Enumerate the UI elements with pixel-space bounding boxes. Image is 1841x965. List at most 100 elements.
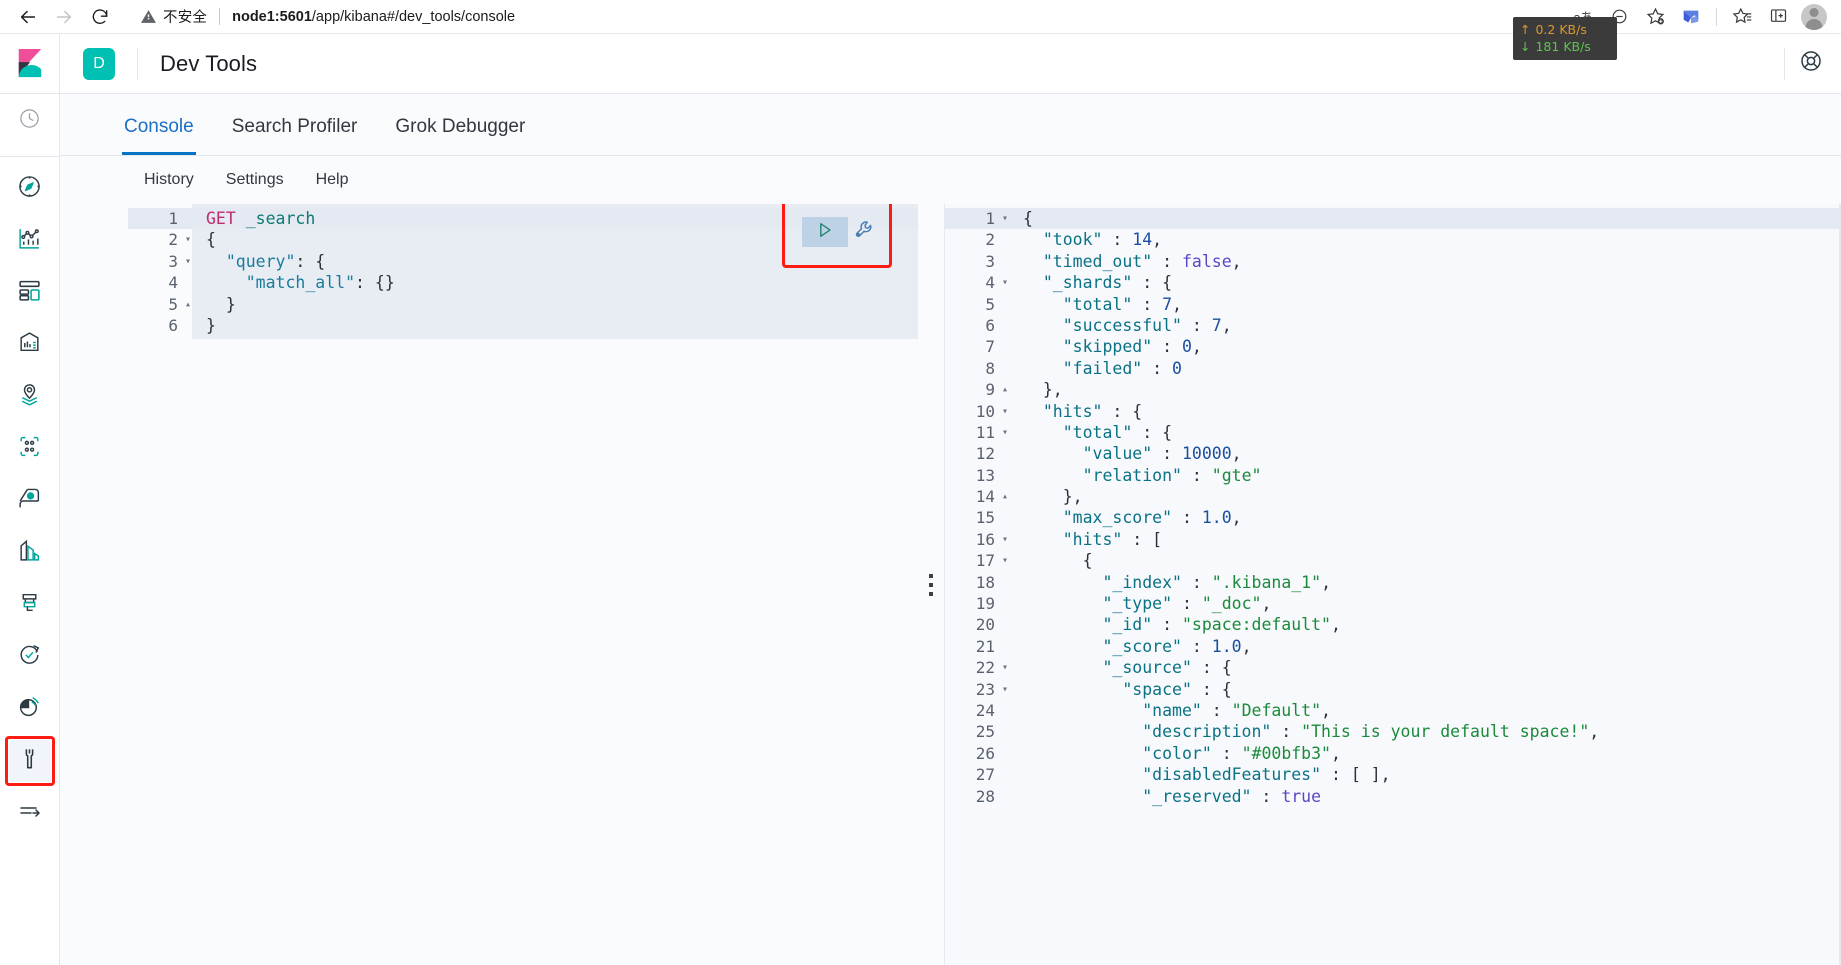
- fold-toggle-icon[interactable]: ▾: [180, 229, 196, 250]
- code-line-text: },: [1023, 380, 1063, 400]
- fold-toggle-icon[interactable]: ▾: [997, 657, 1013, 678]
- space-avatar[interactable]: D: [83, 47, 115, 80]
- code-line-text: "total" : 7,: [1062, 294, 1182, 314]
- request-editor[interactable]: 1 GET _search 2 ▾{3 ▾ "query": {4 "match_all…: [128, 204, 918, 965]
- code-line: 24 "name" : "Default",: [945, 700, 1841, 721]
- fold-toggle-icon[interactable]: ▴: [997, 379, 1013, 400]
- sidebar-item-apm[interactable]: [9, 636, 51, 678]
- browser-back-button[interactable]: [10, 2, 46, 32]
- menu-item-settings[interactable]: Settings: [226, 171, 284, 189]
- line-number: 17: [975, 551, 995, 571]
- line-number: 2: [168, 230, 178, 250]
- url-host: node1:5601: [232, 8, 312, 25]
- sidebar-item-graph[interactable]: [9, 428, 51, 470]
- code-line-text: {: [1023, 209, 1033, 228]
- profile-avatar[interactable]: [1797, 2, 1831, 32]
- line-number: 26: [975, 743, 995, 763]
- menu-item-history[interactable]: History: [144, 171, 194, 189]
- code-line: 8 "failed" : 0: [945, 358, 1841, 379]
- code-line: 17 ▾ {: [945, 550, 1841, 571]
- line-number: 6: [168, 315, 178, 335]
- response-viewer[interactable]: 1 ▾{2 "took" : 14, 3 "timed_out" : false, 4…: [944, 204, 1841, 965]
- line-number: 3: [168, 251, 178, 271]
- code-line-text: }: [206, 294, 236, 314]
- fold-toggle-icon[interactable]: ▴: [997, 486, 1013, 507]
- response-code: 1 ▾{2 "took" : 14, 3 "timed_out" : false, 4…: [945, 204, 1841, 807]
- run-request-button[interactable]: [802, 217, 848, 247]
- star-add-icon[interactable]: [1638, 2, 1672, 32]
- sidebar-item-maps[interactable]: [9, 376, 51, 418]
- code-line-text: },: [1023, 487, 1083, 507]
- code-line-text: "successful" : 7,: [1062, 315, 1232, 335]
- graph-nodes-icon: [17, 434, 42, 464]
- line-number: 21: [975, 636, 995, 656]
- fold-toggle-icon[interactable]: ▾: [997, 422, 1013, 443]
- code-line: 9 ▴ },: [945, 379, 1841, 400]
- sidebar-item-dev-tools[interactable]: [4, 736, 55, 786]
- request-actions: [782, 204, 892, 268]
- sidebar-item-recently-viewed[interactable]: [9, 100, 51, 142]
- sidebar-item-machine-learning[interactable]: [9, 480, 51, 522]
- tab-search-profiler[interactable]: Search Profiler: [230, 116, 360, 155]
- panel-resizer[interactable]: [918, 204, 944, 965]
- line-number: 11: [975, 422, 995, 442]
- code-line: 2 ▾{: [128, 229, 918, 250]
- page-title: Dev Tools: [160, 50, 258, 76]
- tab-grok-debugger[interactable]: Grok Debugger: [393, 116, 527, 155]
- fold-toggle-icon[interactable]: ▴: [180, 294, 196, 315]
- sidebar-item-visualize[interactable]: [9, 220, 51, 262]
- network-speed-tooltip: ↑ 0.2 KB/s ↓ 181 KB/s: [1513, 17, 1617, 60]
- code-line-text: "skipped" : 0,: [1062, 337, 1202, 357]
- request-code[interactable]: 1 GET _search 2 ▾{3 ▾ "query": {4 "match_all…: [128, 204, 918, 336]
- fold-toggle-icon[interactable]: ▾: [997, 208, 1013, 229]
- sidebar-item-discover[interactable]: [9, 168, 51, 210]
- fold-toggle-icon[interactable]: ▾: [997, 272, 1013, 293]
- menu-item-help[interactable]: Help: [316, 171, 349, 189]
- lifebuoy-help-icon[interactable]: [1799, 49, 1823, 78]
- browser-reload-button[interactable]: [82, 2, 118, 32]
- fold-toggle-icon[interactable]: ▾: [997, 550, 1013, 571]
- network-download-row: ↓ 181 KB/s: [1520, 38, 1610, 55]
- favorites-list-icon[interactable]: [1725, 2, 1759, 32]
- tab-console[interactable]: Console: [122, 116, 196, 155]
- wrench-icon: [17, 746, 42, 776]
- clock-icon: [18, 107, 41, 135]
- kibana-logo[interactable]: [0, 34, 59, 94]
- code-line: 3 "timed_out" : false,: [945, 251, 1841, 272]
- line-number: 3: [985, 251, 995, 271]
- sidebar-item-uptime[interactable]: [9, 688, 51, 730]
- collapse-arrow-icon: [18, 799, 42, 828]
- code-line: 28 "_reserved" : true: [945, 786, 1841, 807]
- sidebar-item-infrastructure[interactable]: [9, 532, 51, 574]
- header-divider-right: [1784, 47, 1785, 80]
- sidebar-item-logs[interactable]: [9, 584, 51, 626]
- split-screen-icon[interactable]: [1761, 2, 1795, 32]
- code-line-text: "_reserved" : true: [1142, 786, 1322, 806]
- code-line: 1 GET _search: [128, 208, 918, 230]
- code-line-text: "value" : 10000,: [1082, 444, 1242, 464]
- code-line: 15 "max_score" : 1.0,: [945, 507, 1841, 528]
- fold-toggle-icon[interactable]: ▾: [997, 529, 1013, 550]
- address-bar[interactable]: 不安全 node1:5601/app/kibana#/dev_tools/con…: [130, 1, 1558, 32]
- upload-speed: 0.2 KB/s: [1535, 22, 1587, 37]
- line-number: 28: [975, 786, 995, 806]
- line-number: 10: [975, 401, 995, 421]
- code-line-text: "_id" : "space:default",: [1102, 615, 1341, 635]
- fold-toggle-icon[interactable]: ▾: [180, 251, 196, 272]
- request-settings-button[interactable]: [852, 219, 878, 245]
- line-number: 1: [168, 209, 178, 228]
- line-number: 6: [985, 315, 995, 335]
- sidebar-item-dashboard[interactable]: [9, 272, 51, 314]
- fold-toggle-icon[interactable]: ▾: [997, 679, 1013, 700]
- line-number: 27: [975, 765, 995, 785]
- code-line-text: "disabledFeatures" : [ ],: [1142, 765, 1391, 785]
- sidebar-item-canvas[interactable]: [9, 324, 51, 366]
- code-line: 21 "_score" : 1.0,: [945, 636, 1841, 657]
- browser-forward-button[interactable]: [46, 2, 82, 32]
- console-panels: 1 GET _search 2 ▾{3 ▾ "query": {4 "match_all…: [60, 204, 1841, 965]
- collections-icon[interactable]: [1674, 2, 1708, 32]
- fold-toggle-icon[interactable]: ▾: [997, 401, 1013, 422]
- play-triangle-icon: [815, 220, 835, 245]
- code-line: 3 ▾ "query": {: [128, 251, 918, 272]
- sidebar-item-collapse[interactable]: [9, 792, 51, 834]
